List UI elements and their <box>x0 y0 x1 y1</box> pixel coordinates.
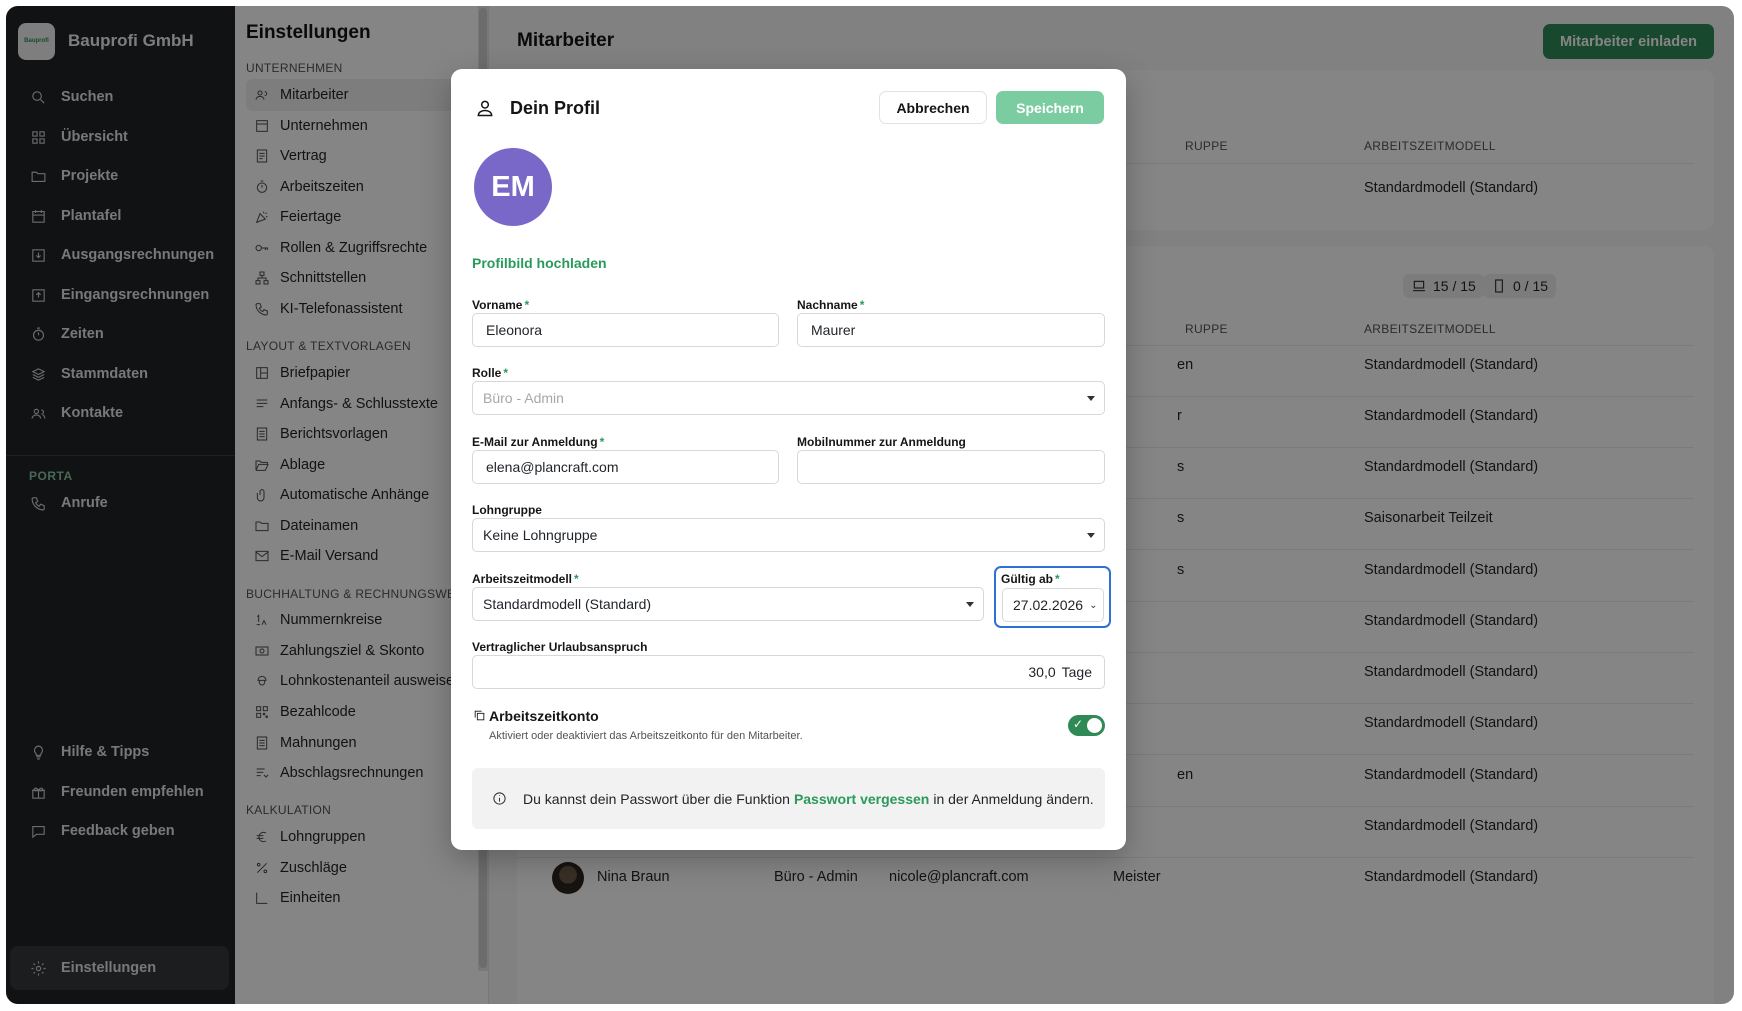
profile-dialog: Dein Profil Abbrechen Speichern EM Profi… <box>451 69 1126 850</box>
copy-icon <box>474 710 485 721</box>
arbeitszeitmodell-select[interactable]: Standardmodell (Standard) <box>472 587 984 621</box>
chevron-down-icon <box>1087 533 1095 538</box>
mobil-field[interactable] <box>797 450 1105 484</box>
gueltig-ab-date-picker[interactable]: 27.02.2026 ⌄ <box>1002 588 1104 622</box>
check-icon: ✓ <box>1073 717 1084 731</box>
info-icon <box>493 792 506 805</box>
user-icon <box>477 100 493 117</box>
required-marker: * <box>599 435 605 449</box>
arbeitszeitkonto-description: Aktiviert oder deaktiviert das Arbeitsze… <box>489 730 803 742</box>
dialog-title: Dein Profil <box>510 98 601 118</box>
mobil-label: Mobilnummer zur Anmeldung <box>797 435 966 449</box>
nachname-field[interactable]: Maurer <box>797 313 1105 347</box>
chevron-down-icon <box>1087 396 1095 401</box>
required-marker: * <box>503 366 509 380</box>
rolle-select[interactable]: Büro - Admin <box>472 381 1105 415</box>
arbeitszeitmodell-label: Arbeitszeitmodell * <box>472 572 579 586</box>
profile-avatar: EM <box>474 148 552 226</box>
lohngruppe-label: Lohngruppe <box>472 503 542 517</box>
vorname-field[interactable]: Eleonora <box>472 313 779 347</box>
upload-profile-picture-link[interactable]: Profilbild hochladen <box>472 255 607 271</box>
vorname-label: Vorname * <box>472 298 530 312</box>
save-button[interactable]: Speichern <box>996 91 1104 124</box>
chevron-down-icon: ⌄ <box>1089 599 1098 611</box>
cancel-button[interactable]: Abbrechen <box>879 91 987 124</box>
required-marker: * <box>1055 572 1060 586</box>
email-field[interactable]: elena@plancraft.com <box>472 450 779 484</box>
chevron-down-icon <box>966 602 974 607</box>
rolle-label: Rolle * <box>472 366 509 380</box>
arbeitszeitkonto-title: Arbeitszeitkonto <box>489 708 599 724</box>
nachname-label: Nachname * <box>797 298 865 312</box>
password-info-box: Du kannst dein Passwort über die Funktio… <box>472 768 1105 829</box>
lohngruppe-select[interactable]: Keine Lohngruppe <box>472 518 1105 552</box>
email-label: E-Mail zur Anmeldung * <box>472 435 605 449</box>
urlaub-field[interactable]: 30,0 Tage <box>472 655 1105 689</box>
required-marker: * <box>859 298 865 312</box>
gueltig-ab-label: Gültig ab * <box>1001 572 1060 586</box>
required-marker: * <box>524 298 530 312</box>
toggle-knob <box>1087 718 1102 733</box>
required-marker: * <box>574 572 579 586</box>
app-window: Bauprofi Bauprofi GmbH Suchen Übersicht … <box>6 6 1734 1004</box>
gueltig-ab-focus-ring: Gültig ab * 27.02.2026 ⌄ <box>994 566 1111 628</box>
arbeitszeitkonto-toggle[interactable]: ✓ <box>1068 715 1105 736</box>
forgot-password-link[interactable]: Passwort vergessen <box>794 791 929 807</box>
urlaub-label: Vertraglicher Urlaubsanspruch <box>472 640 648 654</box>
